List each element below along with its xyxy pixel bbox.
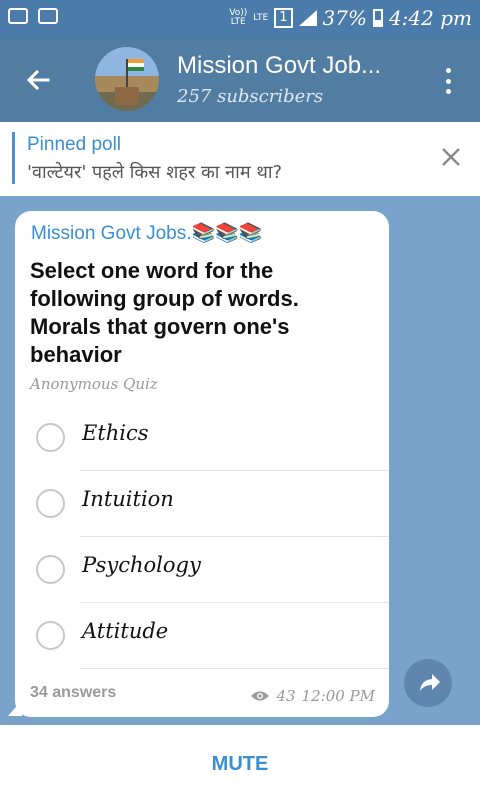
status-bar: Vo)) LTE LTE 1 37% 4:42 pm (0, 0, 480, 38)
notification-icons (8, 8, 58, 24)
option-label: Psychology (82, 553, 201, 577)
quiz-question: Select one word for the following group … (30, 258, 299, 367)
file-icon (38, 8, 58, 24)
message-time: 12:00 PM (301, 687, 375, 705)
quiz-type-label: Anonymous Quiz (30, 375, 158, 393)
view-count: 43 (276, 687, 296, 705)
share-button[interactable] (404, 659, 452, 707)
more-vertical-icon[interactable] (444, 68, 452, 94)
volte-indicator: Vo)) LTE (229, 8, 248, 27)
signal-icon (298, 10, 317, 26)
subscriber-count: 257 subscribers (177, 86, 324, 107)
arrow-left-icon (26, 69, 50, 91)
quiz-option[interactable]: Ethics (15, 405, 389, 471)
pinned-poll-banner[interactable]: Pinned poll 'वाल्टेयर' पहले किस शहर का न… (0, 122, 480, 196)
pinned-title: Pinned poll (27, 134, 122, 155)
mute-button[interactable]: MUTE (0, 725, 480, 800)
quiz-option[interactable]: Attitude (15, 603, 389, 669)
status-indicators: Vo)) LTE LTE 1 37% 4:42 pm (229, 6, 472, 30)
channel-title[interactable]: Mission Govt Job... (177, 52, 381, 80)
pinned-text: 'वाल्टेयर' पहले किस शहर का नाम था? (27, 162, 283, 183)
sender-name[interactable]: Mission Govt Jobs.📚📚📚 (31, 221, 262, 245)
quiz-option[interactable]: Psychology (15, 537, 389, 603)
battery-percent: 37% (322, 6, 367, 30)
sim-slot-icon: 1 (274, 8, 293, 28)
quiz-option[interactable]: Intuition (15, 471, 389, 537)
back-button[interactable] (22, 64, 54, 96)
bottom-bar: MUTE (0, 725, 480, 800)
chat-header: Mission Govt Job... 257 subscribers (0, 38, 480, 122)
lte-indicator: LTE (253, 12, 269, 23)
battery-icon (372, 9, 383, 27)
option-label: Intuition (82, 487, 174, 511)
radio-button[interactable] (36, 555, 65, 584)
radio-button[interactable] (36, 423, 65, 452)
eye-icon (251, 691, 270, 701)
radio-button[interactable] (36, 489, 65, 518)
pinned-accent-bar (12, 132, 15, 184)
share-arrow-icon (420, 674, 440, 691)
quiz-message: Mission Govt Jobs.📚📚📚 Select one word fo… (15, 211, 389, 717)
close-icon[interactable] (440, 146, 462, 168)
books-emoji: 📚📚📚 (191, 223, 263, 244)
clock: 4:42 pm (388, 6, 472, 30)
channel-avatar[interactable] (95, 47, 159, 111)
youtube-icon (8, 8, 28, 24)
answers-count[interactable]: 34 answers (30, 684, 116, 702)
radio-button[interactable] (36, 621, 65, 650)
divider (80, 668, 389, 669)
option-label: Attitude (82, 619, 169, 643)
message-meta: 43 12:00 PM (250, 687, 375, 705)
option-label: Ethics (82, 421, 149, 445)
flag-image (115, 59, 144, 105)
